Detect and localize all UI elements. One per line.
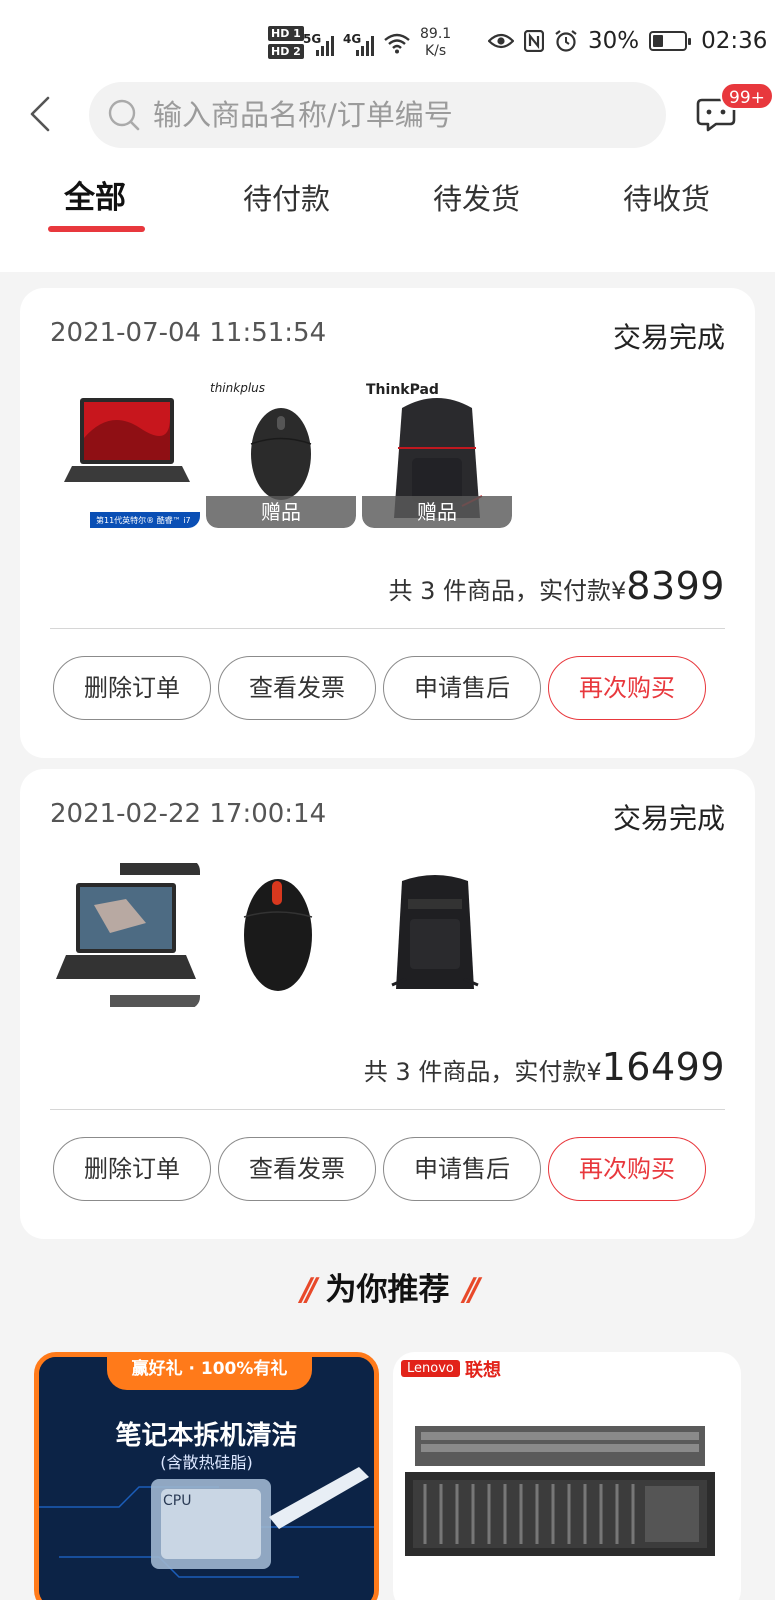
tab-all[interactable]: 全部 [64,172,126,217]
promo-headline: 笔记本拆机清洁 [115,1421,298,1451]
lenovo-logo: Lenovo [401,1360,460,1377]
delete-order-button[interactable]: 删除订单 [53,656,211,720]
eye-icon [488,33,514,49]
search-input[interactable] [153,82,643,148]
view-invoice-button[interactable]: 查看发票 [218,656,376,720]
clock-time: 02:36 [701,28,768,54]
divider [50,1109,725,1110]
search-bar[interactable] [89,82,666,148]
gift-badge: 赠品 [206,496,356,528]
back-button[interactable] [28,96,52,132]
order-status: 交易完成 [612,321,725,354]
battery-icon [649,31,692,51]
order-status: 交易完成 [612,802,725,835]
network-speed: 89.1 K/s [420,26,451,60]
decor-slash-right-icon: // [463,1272,480,1308]
order-total: 共 3 件商品，实付款 ¥ 8399 [388,564,725,608]
signal-icon-2 [356,34,378,56]
hd1-label: HD 1 [268,26,304,41]
wifi-icon [384,33,410,54]
product-thumbnail[interactable]: 第11代英特尔® 酷睿™ i7 [50,378,200,528]
brand-text: thinkplus [210,381,265,395]
message-badge: 99+ [720,82,774,110]
recommend-title: 为你推荐 [325,1272,450,1308]
promo-ribbon: 赢好礼 · 100%有礼 [107,1357,312,1390]
divider [50,628,725,629]
buy-again-button[interactable]: 再次购买 [548,656,706,720]
order-time: 2021-02-22 17:00:14 [50,799,327,829]
promo-subline: (含散热硅脂) [160,1453,253,1472]
lenovo-cn-logo: 联想 [465,1360,501,1381]
hd2-label: HD 2 [268,44,304,59]
recommend-item[interactable]: Lenovo 联想 [393,1352,741,1600]
order-total: 共 3 件商品，实付款 ¥ 16499 [364,1045,725,1089]
view-invoice-button[interactable]: 查看发票 [218,1137,376,1201]
active-tab-indicator [48,226,145,232]
tab-pending-shipment[interactable]: 待发货 [433,176,520,218]
status-right: 30% 02:36 [488,28,767,54]
signal-icon [316,34,338,56]
tab-pending-payment[interactable]: 待付款 [243,176,330,218]
speed-unit: K/s [424,43,447,59]
order-card[interactable]: 2021-02-22 17:00:14 交易完成 共 3 件商品，实付款 ¥ 1… [20,769,755,1239]
product-thumbnail[interactable]: thinkplus 赠品 [206,378,356,528]
product-thumbnail[interactable] [362,859,512,1009]
total-prefix: 共 3 件商品，实付款 [363,1058,587,1086]
server-image [405,1426,715,1556]
brand-text: ThinkPad [366,382,439,398]
tab-pending-receipt[interactable]: 待收货 [623,176,710,218]
decor-slash-left-icon: // [300,1272,317,1308]
cpu-banner-text: 第11代英特尔® 酷睿™ i7 [96,515,191,525]
order-card[interactable]: 2021-07-04 11:51:54 交易完成 第11代英特尔® 酷睿™ i7… [20,288,755,758]
thinkpad-mouse-image [206,859,356,1009]
nfc-icon [524,30,544,52]
recommend-header: //为你推荐// [0,1264,775,1309]
search-icon [108,99,140,131]
top-header-area: HD 1 HD 2 5G 4G 89.1 K/s 30% 02:36 输入商品名… [0,0,775,272]
total-prefix: 共 3 件商品，实付款 [388,577,611,605]
hd-indicator: HD 1 HD 2 [268,26,304,62]
chip-label: CPU [163,1493,191,1509]
currency-symbol: ¥ [586,1058,602,1086]
order-time: 2021-07-04 11:51:54 [50,318,327,348]
workstation-laptop-image [50,859,200,1009]
status-bar: HD 1 HD 2 5G 4G 89.1 K/s 30% 02:36 [0,22,775,68]
alarm-icon [555,30,577,52]
laptop-image: 第11代英特尔® 酷睿™ i7 [50,378,200,528]
speed-value: 89.1 [420,26,452,42]
gift-badge: 赠品 [362,496,512,528]
product-thumbnail[interactable]: ThinkPad 赠品 [362,378,512,528]
backpack-image [362,859,512,1009]
product-thumbnail[interactable] [50,859,200,1009]
after-sales-button[interactable]: 申请售后 [383,656,541,720]
delete-order-button[interactable]: 删除订单 [53,1137,211,1201]
order-tabs: 全部 待付款 待发货 待收货 [0,172,775,232]
buy-again-button[interactable]: 再次购买 [548,1137,706,1201]
circuit-background-image: CPU [39,1357,374,1600]
product-thumbnail[interactable] [206,859,356,1009]
battery-percent: 30% [588,28,640,54]
after-sales-button[interactable]: 申请售后 [383,1137,541,1201]
recommend-item[interactable]: CPU 赢好礼 · 100%有礼 笔记本拆机清洁 (含散热硅脂) [34,1352,379,1600]
currency-symbol: ¥ [611,577,627,605]
total-amount: 8399 [626,564,725,608]
total-amount: 16499 [601,1045,725,1089]
